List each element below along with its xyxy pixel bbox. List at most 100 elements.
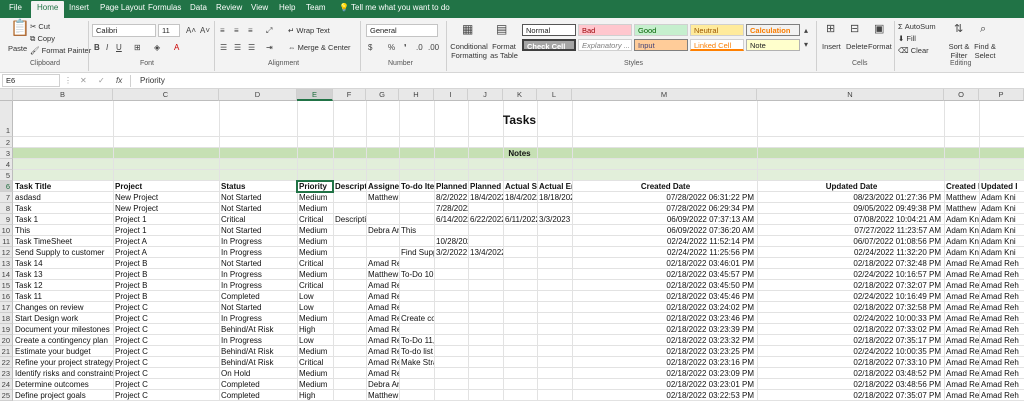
table-cell[interactable]: 18/4/2022 bbox=[468, 192, 503, 203]
table-cell[interactable]: Adam Kni bbox=[979, 203, 1024, 214]
column-header-F[interactable]: F bbox=[333, 89, 366, 101]
table-cell[interactable]: Matthew bbox=[366, 269, 399, 280]
table-cell[interactable] bbox=[333, 335, 366, 346]
insert-cells-icon[interactable]: ⊞ bbox=[826, 24, 835, 35]
table-cell[interactable] bbox=[434, 379, 468, 390]
table-cell[interactable]: Amad Reh bbox=[944, 269, 979, 280]
styles-more-icon[interactable]: ▾ bbox=[804, 40, 808, 50]
table-cell[interactable]: Project C bbox=[113, 324, 219, 335]
table-cell[interactable]: Amad Reh bbox=[944, 302, 979, 313]
table-cell[interactable]: Amad Reh bbox=[944, 357, 979, 368]
table-cell[interactable] bbox=[366, 236, 399, 247]
middle-align-icon[interactable]: ≡ bbox=[234, 26, 239, 36]
font-size-box[interactable]: 11 bbox=[158, 24, 180, 37]
table-cell[interactable]: 02/18/2022 07:35:07 PM bbox=[757, 390, 944, 401]
table-cell[interactable]: 02/18/2022 03:23:32 PM bbox=[572, 335, 757, 346]
table-cell[interactable]: Not Started bbox=[219, 258, 297, 269]
column-header-M[interactable]: M bbox=[572, 89, 757, 101]
column-header-L[interactable]: L bbox=[537, 89, 572, 101]
format-cells-button[interactable]: Format bbox=[868, 42, 892, 52]
table-cell[interactable]: 6/14/2022 bbox=[434, 214, 468, 225]
table-cell[interactable]: Matthew bbox=[366, 192, 399, 203]
table-cell[interactable]: Amad Reh bbox=[366, 346, 399, 357]
table-cell[interactable]: 02/18/2022 03:45:57 PM bbox=[572, 269, 757, 280]
table-cell[interactable]: Project C bbox=[113, 302, 219, 313]
table-cell[interactable] bbox=[434, 368, 468, 379]
cut-button[interactable]: ✂ Cut bbox=[30, 22, 50, 32]
table-cell[interactable]: In Progress bbox=[219, 313, 297, 324]
table-cell[interactable]: Task 14 bbox=[13, 258, 113, 269]
row-header-13[interactable]: 13 bbox=[0, 258, 13, 269]
select-all-corner[interactable] bbox=[0, 89, 13, 101]
table-cell[interactable]: 02/18/2022 07:33:02 PM bbox=[757, 324, 944, 335]
table-cell[interactable]: Amad Reh bbox=[366, 357, 399, 368]
table-cell[interactable]: Adam Kni bbox=[979, 214, 1024, 225]
table-cell[interactable]: 02/18/2022 03:22:53 PM bbox=[572, 390, 757, 401]
table-cell[interactable] bbox=[468, 357, 503, 368]
table-cell[interactable] bbox=[537, 346, 572, 357]
table-cell[interactable]: 02/18/2022 03:23:01 PM bbox=[572, 379, 757, 390]
orientation-icon[interactable]: ⤢ bbox=[266, 26, 272, 36]
table-cell[interactable] bbox=[468, 302, 503, 313]
table-cell[interactable]: Project C bbox=[113, 335, 219, 346]
table-cell[interactable]: To-do list bbox=[399, 346, 434, 357]
table-cell[interactable] bbox=[503, 269, 537, 280]
row-header-7[interactable]: 7 bbox=[0, 192, 13, 203]
table-cell[interactable]: Amad Reh bbox=[979, 357, 1024, 368]
table-cell[interactable]: 02/18/2022 07:32:58 PM bbox=[757, 302, 944, 313]
table-cell[interactable]: High bbox=[297, 390, 333, 401]
table-cell[interactable]: Amad Reh bbox=[366, 291, 399, 302]
table-cell[interactable]: 02/18/2022 03:48:56 PM bbox=[757, 379, 944, 390]
table-cell[interactable] bbox=[333, 225, 366, 236]
sort-filter-button[interactable]: Sort & Filter bbox=[946, 42, 972, 60]
table-cell[interactable] bbox=[434, 357, 468, 368]
table-cell[interactable]: Adam Kni bbox=[979, 247, 1024, 258]
style-good[interactable]: Good bbox=[634, 24, 688, 36]
table-cell[interactable]: 02/18/2022 03:23:25 PM bbox=[572, 346, 757, 357]
copy-button[interactable]: ⧉ Copy bbox=[30, 34, 55, 44]
table-cell[interactable]: High bbox=[297, 324, 333, 335]
table-cell[interactable] bbox=[537, 324, 572, 335]
table-cell[interactable]: Task bbox=[13, 203, 113, 214]
row-header-6[interactable]: 6 bbox=[0, 181, 13, 192]
enter-icon[interactable]: ✓ bbox=[98, 76, 105, 86]
table-cell[interactable]: Critical bbox=[297, 280, 333, 291]
table-cell[interactable]: Find Supp bbox=[399, 247, 434, 258]
column-header-I[interactable]: I bbox=[434, 89, 468, 101]
table-cell[interactable]: 6/11/2022 bbox=[503, 214, 537, 225]
table-cell[interactable]: Medium bbox=[297, 203, 333, 214]
align-right-icon[interactable]: ☰ bbox=[248, 43, 255, 53]
conditional-formatting-icon[interactable]: ▦ bbox=[462, 23, 473, 35]
table-cell[interactable]: Adam Kni bbox=[944, 236, 979, 247]
table-cell[interactable]: Descriptic bbox=[333, 214, 366, 225]
tab-file[interactable]: File bbox=[9, 3, 22, 12]
number-format-box[interactable]: General bbox=[366, 24, 438, 37]
table-cell[interactable] bbox=[537, 390, 572, 401]
tab-insert[interactable]: Insert bbox=[69, 3, 89, 12]
autosum-button[interactable]: Σ AutoSum bbox=[898, 22, 936, 32]
format-cells-icon[interactable]: ▣ bbox=[874, 24, 884, 35]
table-cell[interactable] bbox=[468, 291, 503, 302]
font-name-box[interactable]: Calibri bbox=[92, 24, 156, 37]
top-align-icon[interactable]: ≡ bbox=[220, 26, 225, 36]
table-cell[interactable] bbox=[366, 203, 399, 214]
table-cell[interactable]: Medium bbox=[297, 379, 333, 390]
table-cell[interactable]: 02/24/2022 11:52:14 PM bbox=[572, 236, 757, 247]
table-cell[interactable] bbox=[434, 302, 468, 313]
table-cell[interactable] bbox=[399, 291, 434, 302]
table-cell[interactable]: Project B bbox=[113, 258, 219, 269]
column-header-K[interactable]: K bbox=[503, 89, 537, 101]
tab-home[interactable]: Home bbox=[31, 1, 65, 18]
table-cell[interactable]: Project C bbox=[113, 379, 219, 390]
table-cell[interactable]: 02/18/2022 07:35:17 PM bbox=[757, 335, 944, 346]
table-cell[interactable]: 09/05/2022 09:49:38 PM bbox=[757, 203, 944, 214]
row-header-11[interactable]: 11 bbox=[0, 236, 13, 247]
table-cell[interactable] bbox=[537, 225, 572, 236]
table-cell[interactable]: 07/27/2022 11:23:57 AM bbox=[757, 225, 944, 236]
font-color-icon[interactable]: A bbox=[174, 43, 179, 53]
table-cell[interactable]: 02/24/2022 10:00:35 PM bbox=[757, 346, 944, 357]
table-cell[interactable]: In Progress bbox=[219, 280, 297, 291]
table-cell[interactable] bbox=[503, 258, 537, 269]
bold-icon[interactable]: B bbox=[94, 43, 100, 53]
currency-icon[interactable]: $ bbox=[368, 43, 372, 53]
